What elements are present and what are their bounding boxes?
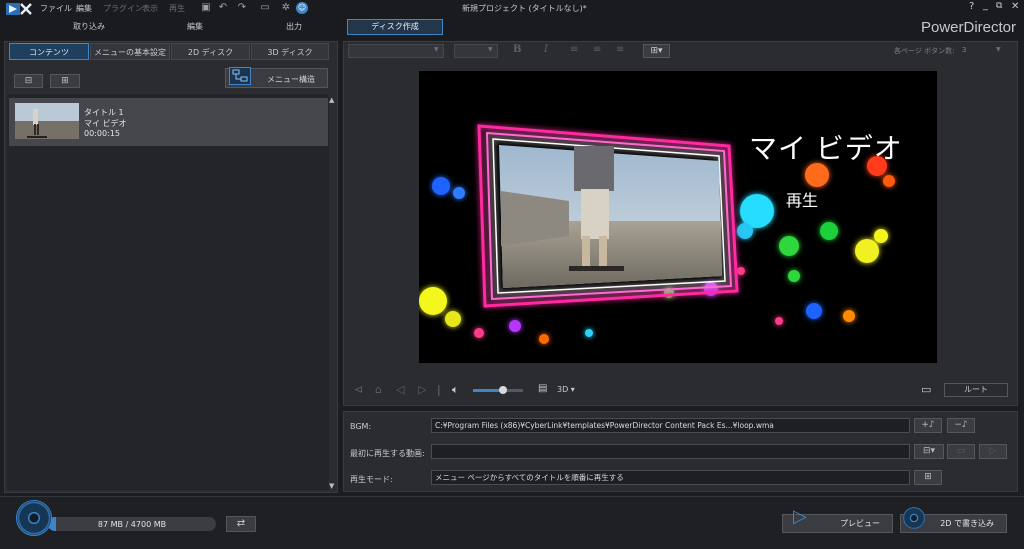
preview-artwork (419, 124, 895, 344)
item-title: タイトル 1 (84, 108, 124, 117)
media-icon[interactable]: ▭ (256, 2, 274, 14)
undo-icon[interactable]: ↶ (217, 2, 229, 14)
bgm-field[interactable]: C:¥Program Files (x86)¥CyberLink¥templat… (431, 418, 910, 433)
tab-produce[interactable]: 出力 (264, 21, 324, 32)
scroll-down-icon[interactable]: ▼ (329, 482, 334, 490)
align-center-icon[interactable]: ≡ (593, 44, 601, 55)
preview-button-label: プレビュー (840, 519, 880, 528)
save-icon[interactable]: ▣ (200, 2, 212, 14)
add-chapter-icon[interactable]: ⊞ (50, 74, 80, 88)
tab-capture[interactable]: 取り込み (59, 21, 119, 32)
content-list (7, 94, 329, 490)
buttons-per-page-dropdown-icon[interactable]: ▼ (996, 46, 1001, 53)
disc-icon (16, 500, 52, 536)
remove-bgm-icon[interactable]: −♪ (947, 418, 975, 433)
brand-logo: PowerDirector (920, 19, 1016, 36)
tab-edit[interactable]: 編集 (165, 21, 225, 32)
home-icon[interactable]: ⌂ (375, 383, 382, 396)
menu-play[interactable]: 再生 (169, 3, 185, 14)
list-scrollbar[interactable] (329, 94, 337, 492)
mode-bar (0, 16, 1024, 40)
volume-icon[interactable]: 🔈︎ (452, 383, 459, 397)
menu-file[interactable]: ファイル (40, 3, 72, 14)
add-bgm-icon[interactable]: +♪ (914, 418, 942, 433)
menu-preview[interactable] (419, 71, 937, 363)
swap-disc-icon[interactable]: ⇄ (226, 516, 256, 532)
window-title: 新規プロジェクト (タイトルなし)* (462, 4, 587, 13)
buttons-per-page-value[interactable]: 3 (962, 46, 966, 54)
preview-play-button[interactable]: 再生 (786, 187, 818, 211)
disc-capacity-text: 87 MB / 4700 MB (97, 520, 167, 529)
play-mode-field[interactable]: メニュー ページからすべてのタイトルを順番に再生する (431, 470, 910, 485)
first-play-clear-icon[interactable]: ▭ (947, 444, 975, 459)
account-icon[interactable]: ☺ (296, 2, 308, 14)
scroll-up-icon[interactable]: ▲ (329, 96, 334, 104)
redo-icon[interactable]: ↷ (236, 2, 248, 14)
settings-gear-icon[interactable]: ✲ (280, 2, 292, 14)
app-logo-icon (6, 2, 32, 16)
first-play-preview-icon[interactable]: ▷ (979, 444, 1007, 459)
first-play-select-icon[interactable]: ⊟▾ (914, 444, 944, 459)
bgm-label: BGM: (350, 422, 372, 431)
align-left-icon[interactable]: ≡ (570, 44, 578, 55)
menu-structure-label: メニュー構造 (267, 75, 315, 84)
font-family-select[interactable] (348, 44, 444, 58)
add-title-icon[interactable]: ⊟ (14, 74, 43, 88)
menu-plugins[interactable]: プラグイン (103, 3, 143, 14)
close-icon[interactable]: ✕ (1011, 1, 1019, 12)
preview-menu-title[interactable]: マイ ビデオ (749, 127, 903, 167)
tab-3d-disc[interactable]: 3D ディスク (251, 43, 329, 60)
first-play-field[interactable] (431, 444, 910, 459)
fullscreen-icon[interactable]: ▭ (921, 383, 931, 396)
help-icon[interactable]: ? (969, 1, 974, 12)
volume-knob[interactable] (499, 386, 507, 394)
item-duration: 00:00:15 (84, 129, 120, 138)
mode-3d-dropdown[interactable]: 3D ▾ (557, 385, 575, 394)
restore-icon[interactable]: ⧉ (996, 1, 1002, 11)
play-mode-settings-icon[interactable]: ⊞ (914, 470, 942, 485)
burn-2d-button-label: 2D で書き込み (940, 519, 994, 528)
title-thumbnail (15, 103, 79, 139)
divider: | (437, 383, 441, 396)
burn-disc-icon (903, 507, 925, 529)
previous-page-icon[interactable]: ⊲ (354, 383, 363, 396)
tab-create-disc[interactable]: ディスク作成 (347, 19, 443, 35)
bold-icon[interactable]: B (513, 44, 521, 55)
font-size-dropdown-icon: ▼ (488, 46, 493, 53)
minimize-icon[interactable]: _ (983, 0, 988, 11)
subtitle-icon[interactable]: ▤ (538, 383, 547, 394)
italic-icon[interactable]: I (544, 44, 548, 55)
first-play-label: 最初に再生する動画: (350, 449, 425, 458)
next-page-icon[interactable]: ▷ (418, 383, 426, 396)
font-family-dropdown-icon: ▼ (434, 46, 439, 53)
back-icon[interactable]: ◁ (396, 383, 404, 396)
layout-grid-icon[interactable]: ⊞▾ (643, 44, 670, 58)
tab-content[interactable]: コンテンツ (9, 43, 89, 60)
root-button[interactable]: ルート (944, 383, 1008, 397)
mode-3d-label: 3D (557, 385, 569, 394)
play-preview-icon: ▷ (793, 506, 807, 527)
tab-2d-disc[interactable]: 2D ディスク (171, 43, 250, 60)
align-right-icon[interactable]: ≡ (616, 44, 624, 55)
play-mode-label: 再生モード: (350, 475, 393, 484)
menu-structure-icon (229, 67, 251, 85)
tab-menu-settings[interactable]: メニューの基本設定 (90, 43, 170, 60)
menu-edit[interactable]: 編集 (76, 3, 92, 14)
buttons-per-page-label: 各ページ ボタン数: (894, 47, 955, 55)
menu-view[interactable]: 表示 (142, 3, 158, 14)
item-name: マイ ビデオ (84, 119, 127, 128)
